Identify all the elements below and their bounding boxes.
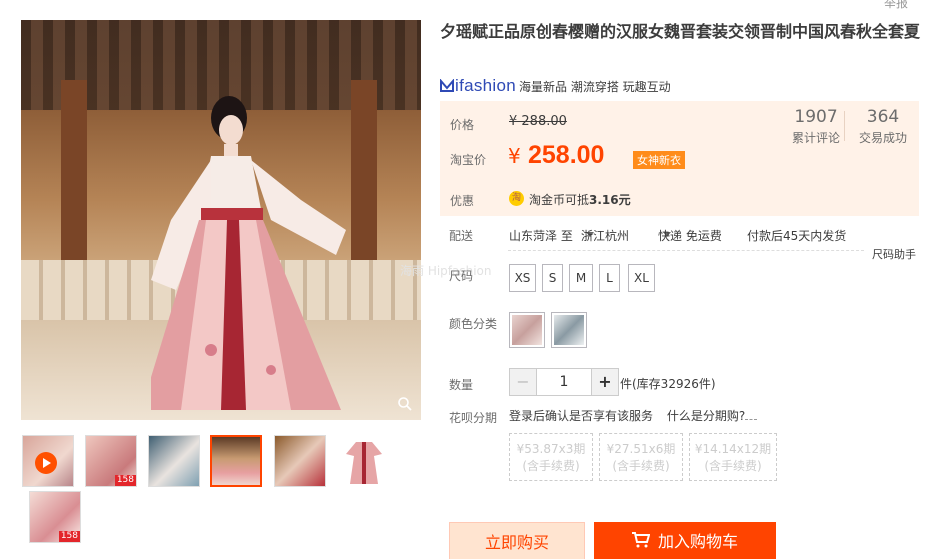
promo-badge[interactable]: 女神新衣 xyxy=(633,151,685,169)
watermark: 海雨 Hipfashion xyxy=(400,264,492,278)
original-price: ¥ 288.00 xyxy=(509,114,567,129)
shipping-destination-select[interactable]: 浙江杭州 xyxy=(581,227,629,243)
currency-symbol: ¥ xyxy=(508,144,521,168)
reviews-label: 累计评论 xyxy=(792,131,841,145)
add-to-cart-label: 加入购物车 xyxy=(657,532,738,551)
size-option-xl[interactable]: XL xyxy=(628,264,655,292)
quantity-input[interactable]: 1 xyxy=(537,368,591,396)
installment-amount: ¥27.51x6期 xyxy=(606,442,676,456)
color-option-blue[interactable] xyxy=(551,312,587,348)
color-label: 颜色分类 xyxy=(449,317,498,331)
shipping-label: 配送 xyxy=(449,229,474,243)
thumbnail-image[interactable] xyxy=(148,435,200,487)
installment-fee: (含手续费) xyxy=(704,459,762,473)
brand-row: ifashion 海量新品 潮流穿搭 玩趣互动 xyxy=(440,76,671,96)
thumbnail-image[interactable]: 158 xyxy=(29,491,81,543)
product-title: 夕瑶赋正品原创春樱赠的汉服女魏晋套装交领晋制中国风春秋全套夏 xyxy=(440,22,921,41)
play-icon xyxy=(35,452,57,474)
thumbnail-tag: 158 xyxy=(58,531,80,542)
login-hint[interactable]: 登录后确认是否享有该服务 xyxy=(509,409,653,423)
model-figure xyxy=(151,96,346,410)
stock-info: 件(库存32926件) xyxy=(620,377,716,391)
sales-label: 交易成功 xyxy=(859,131,908,145)
price-panel: 价格 ¥ 288.00 淘宝价 ¥ 258.00 女神新衣 1907 累计评论 … xyxy=(440,101,919,216)
installment-fee: (含手续费) xyxy=(612,459,670,473)
quantity-decrease-button[interactable]: − xyxy=(509,368,537,396)
thumbnail-image[interactable] xyxy=(337,435,389,487)
add-to-cart-button[interactable]: 加入购物车 xyxy=(594,522,776,559)
reviews-stat[interactable]: 1907 累计评论 xyxy=(792,107,840,146)
coin-discount-text: 淘金币可抵3.16元 xyxy=(529,191,631,208)
size-label: 尺码 xyxy=(449,269,474,283)
stat-divider xyxy=(844,111,845,141)
sales-stat: 364 交易成功 xyxy=(859,107,907,146)
ifashion-logo-icon xyxy=(440,78,454,93)
installment-label: 花呗分期 xyxy=(449,411,498,425)
buy-now-button[interactable]: 立即购买 xyxy=(449,522,585,559)
size-option-xs[interactable]: XS xyxy=(509,264,536,292)
shipping-method: 快递 免运费 xyxy=(658,229,722,243)
color-option-pink[interactable] xyxy=(509,312,545,348)
zoom-icon[interactable] xyxy=(397,396,415,414)
shipping-from: 山东菏泽 至 xyxy=(509,229,573,243)
taobao-coin-icon: 淘 xyxy=(509,191,524,206)
coin-amount: 3.16元 xyxy=(589,193,631,207)
taobao-price-label: 淘宝价 xyxy=(450,153,487,167)
installment-option[interactable]: ¥53.87x3期 (含手续费) xyxy=(509,433,593,481)
thumbnail-image[interactable] xyxy=(274,435,326,487)
cart-icon xyxy=(631,523,651,559)
thumbnail-tag: 158 xyxy=(114,475,136,486)
installment-option[interactable]: ¥27.51x6期 (含手续费) xyxy=(599,433,683,481)
sales-count: 364 xyxy=(866,107,900,127)
installment-amount: ¥14.14x12期 xyxy=(694,442,772,456)
promo-row: 优惠 淘 淘金币可抵3.16元 xyxy=(440,182,919,216)
thumbnail-image[interactable]: 158 xyxy=(85,435,137,487)
quantity-increase-button[interactable]: + xyxy=(591,368,619,396)
size-option-l[interactable]: L xyxy=(599,264,620,292)
size-option-m[interactable]: M xyxy=(569,264,593,292)
dispatch-time: 付款后45天内发货 xyxy=(747,229,847,243)
thumbnail-image-selected[interactable] xyxy=(210,435,262,487)
size-helper-link[interactable]: 尺码助手 xyxy=(872,246,916,262)
price-label: 价格 xyxy=(450,118,475,132)
quantity-label: 数量 xyxy=(449,378,474,392)
installment-fee: (含手续费) xyxy=(522,459,580,473)
report-link[interactable]: 举报 xyxy=(884,0,908,11)
main-product-image[interactable] xyxy=(21,20,421,420)
coin-text-prefix: 淘金币可抵 xyxy=(529,193,590,207)
brand-tags: 海量新品 潮流穿搭 玩趣互动 xyxy=(519,79,671,94)
shipping-method-select[interactable]: 快递 免运费 xyxy=(658,227,722,243)
divider xyxy=(508,250,864,251)
installment-amount: ¥53.87x3期 xyxy=(516,442,586,456)
quantity-stepper: − 1 + xyxy=(509,368,619,396)
promo-label: 优惠 xyxy=(450,194,475,208)
reviews-count: 1907 xyxy=(794,107,838,127)
brand-logo[interactable]: ifashion xyxy=(455,76,516,96)
installment-info: 登录后确认是否享有该服务 什么是分期购? xyxy=(509,407,757,424)
thumbnail-video[interactable] xyxy=(22,435,74,487)
shipping-destination: 浙江杭州 xyxy=(581,229,630,243)
current-price: 258.00 xyxy=(528,141,605,169)
installment-option[interactable]: ¥14.14x12期 (含手续费) xyxy=(689,433,777,481)
size-option-s[interactable]: S xyxy=(542,264,563,292)
installment-help-link[interactable]: 什么是分期购? xyxy=(667,409,757,423)
